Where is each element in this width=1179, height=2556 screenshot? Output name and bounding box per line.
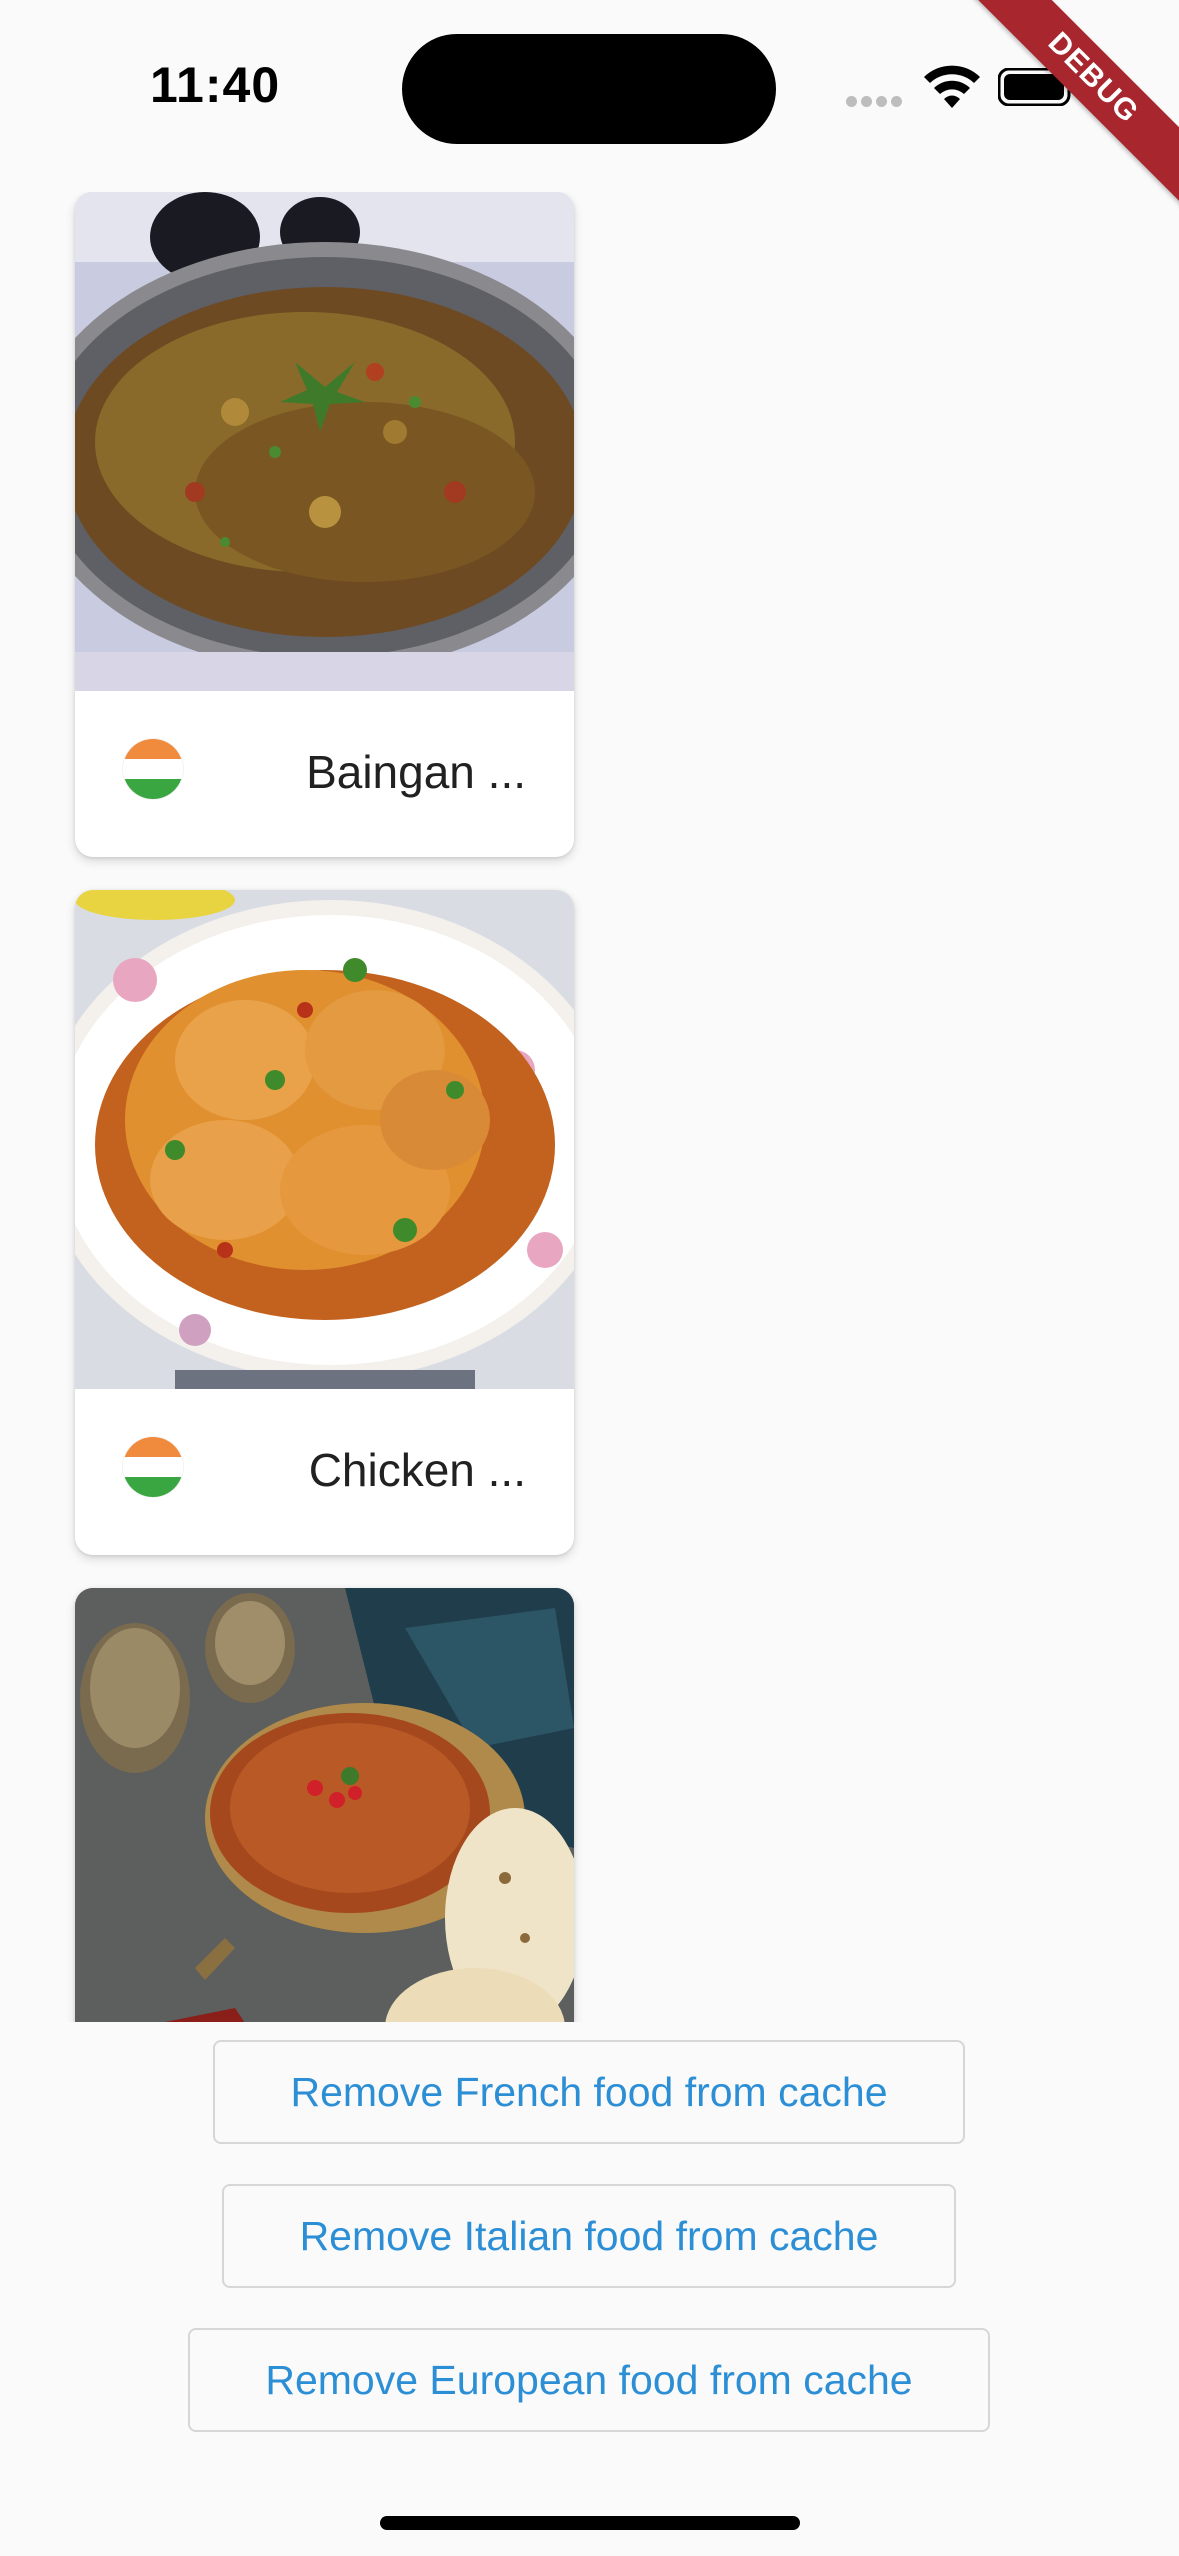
- dish-name: Baingan ...: [306, 746, 526, 798]
- food-card-chicken[interactable]: Chicken ...: [75, 890, 574, 1555]
- remove-italian-button[interactable]: Remove Italian food from cache: [222, 2184, 956, 2288]
- wifi-icon: [924, 65, 980, 108]
- home-indicator[interactable]: [380, 2516, 800, 2530]
- food-photo-baingan: [75, 192, 574, 691]
- status-time: 11:40: [150, 57, 281, 113]
- food-list[interactable]: Baingan ... Chicken ...: [0, 192, 1179, 2022]
- cellular-signal-icon: [846, 94, 906, 112]
- food-card-baingan[interactable]: Baingan ...: [75, 192, 574, 857]
- india-flag-icon: [123, 1437, 183, 1497]
- food-photo-dal: [75, 1588, 574, 2022]
- card-footer: Baingan ...: [75, 691, 574, 857]
- dish-name: Chicken ...: [308, 1444, 526, 1496]
- food-photo-chicken: [75, 890, 574, 1389]
- card-footer: Chicken ...: [75, 1389, 574, 1555]
- food-card-dal[interactable]: [75, 1588, 574, 2022]
- india-flag-icon: [123, 739, 183, 799]
- dynamic-island: [402, 34, 776, 144]
- remove-french-button[interactable]: Remove French food from cache: [213, 2040, 965, 2144]
- remove-european-button[interactable]: Remove European food from cache: [188, 2328, 990, 2432]
